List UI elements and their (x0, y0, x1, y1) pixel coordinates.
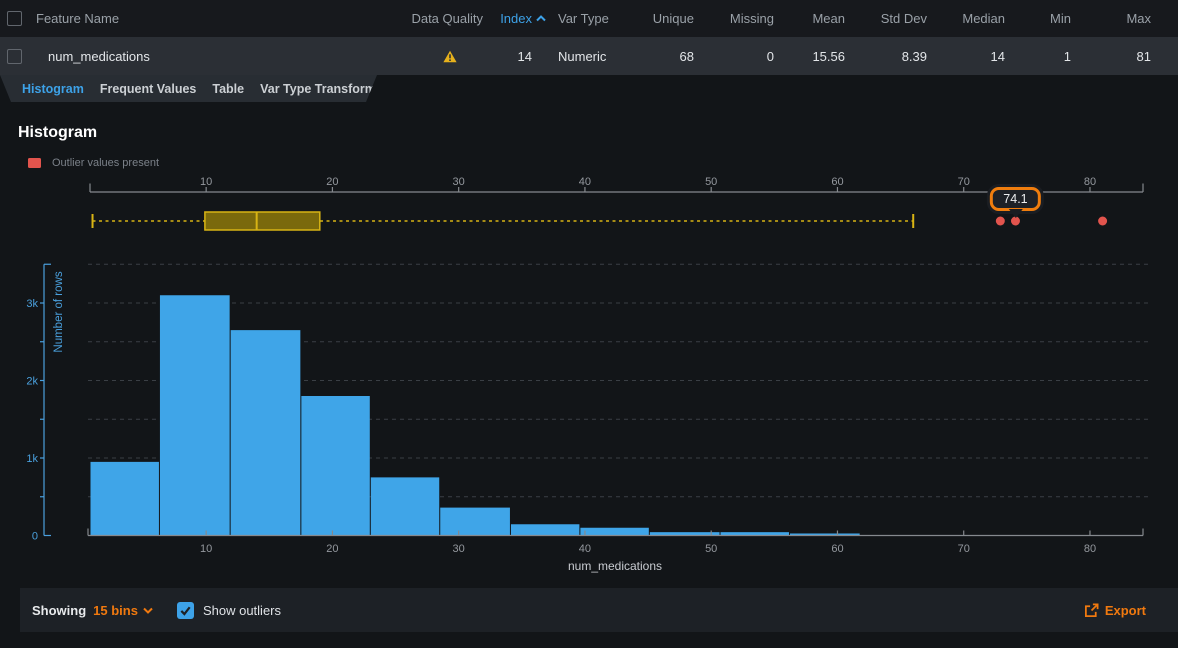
y-axis-title: Number of rows (53, 271, 65, 352)
y-axis-tick-label: 2k (26, 376, 38, 388)
tab-table[interactable]: Table (212, 82, 244, 96)
column-header-index[interactable]: Index (483, 0, 546, 37)
boxplot-axis-tick-label: 70 (958, 176, 970, 188)
tab-histogram[interactable]: Histogram (22, 82, 84, 96)
boxplot-axis-tick-label: 30 (453, 176, 465, 188)
app-root: Feature Name Data Quality Index Var Type… (0, 0, 1178, 648)
column-header-mean[interactable]: Mean (774, 0, 845, 37)
outlier-tooltip: 74.1 (990, 187, 1040, 211)
y-axis-tick-label: 0 (32, 531, 38, 543)
header-right-pad (1151, 0, 1178, 37)
outlier-dot[interactable] (1098, 217, 1107, 226)
chevron-down-icon (143, 607, 153, 614)
x-axis-tick-label: 50 (705, 543, 717, 555)
bins-selector[interactable]: 15 bins (93, 603, 153, 618)
boxplot-axis-tick-label: 40 (579, 176, 591, 188)
x-axis-tick-label: 40 (579, 543, 591, 555)
histogram-bar[interactable] (440, 508, 510, 536)
select-all-checkbox[interactable] (7, 11, 22, 26)
histogram-chart: 10 20 30 40 50 60 70 80 0 1k 2k 3k Number of rows 10 2… (0, 170, 1178, 585)
boxplot-axis-tick-label: 60 (831, 176, 843, 188)
outlier-dot[interactable] (996, 217, 1005, 226)
feature-row[interactable]: num_medications 14 Numeric 68 0 15.56 8.… (0, 37, 1178, 75)
y-axis-tick-label: 3k (26, 298, 38, 310)
column-header-feature-name[interactable]: Feature Name (36, 0, 387, 37)
feature-table-header: Feature Name Data Quality Index Var Type… (0, 0, 1178, 37)
section-title: Histogram (18, 124, 97, 142)
row-right-pad (1151, 37, 1178, 75)
x-axis-tick-label: 30 (453, 543, 465, 555)
feature-name-value: num_medications (36, 37, 387, 75)
x-axis-title: num_medications (568, 559, 662, 573)
showing-label: Showing (32, 603, 86, 618)
column-header-missing[interactable]: Missing (694, 0, 774, 37)
max-value: 81 (1071, 37, 1151, 75)
sort-ascending-icon (536, 15, 546, 22)
boxplot-axis-tick-label: 80 (1084, 176, 1096, 188)
column-header-median[interactable]: Median (927, 0, 1005, 37)
histogram-bar[interactable] (511, 524, 579, 535)
histogram-bar[interactable] (231, 330, 301, 535)
show-outliers-checkbox[interactable] (177, 602, 194, 619)
warning-icon[interactable] (443, 50, 457, 63)
boxplot-box[interactable] (205, 212, 320, 230)
tooltip-pointer (1008, 209, 1022, 225)
var-type-value: Numeric (546, 37, 626, 75)
boxplot-axis-tick-label: 20 (326, 176, 338, 188)
row-checkbox[interactable] (7, 49, 22, 64)
histogram-bar[interactable] (160, 295, 230, 535)
mean-value: 15.56 (774, 37, 845, 75)
export-button-label: Export (1105, 603, 1146, 618)
column-header-min[interactable]: Min (1005, 0, 1071, 37)
select-all-cell (0, 0, 36, 37)
column-header-std-dev[interactable]: Std Dev (845, 0, 927, 37)
bins-selector-label: 15 bins (93, 603, 138, 618)
histogram-bar[interactable] (91, 462, 159, 536)
outlier-legend-swatch (28, 158, 41, 168)
x-axis-tick-label: 60 (831, 543, 843, 555)
min-value: 1 (1005, 37, 1071, 75)
outlier-legend-label: Outlier values present (52, 157, 159, 169)
show-outliers-label: Show outliers (203, 603, 281, 618)
tab-var-type-transform[interactable]: Var Type Transform (260, 82, 376, 96)
y-axis-tick-label: 1k (26, 453, 38, 465)
histogram-bar[interactable] (301, 396, 369, 536)
std-dev-value: 8.39 (845, 37, 927, 75)
x-axis-tick-label: 80 (1084, 543, 1096, 555)
unique-value: 68 (626, 37, 694, 75)
index-value: 14 (483, 37, 546, 75)
column-header-index-label: Index (500, 11, 532, 26)
outlier-legend: Outlier values present (28, 157, 159, 169)
boxplot-axis-tick-label: 50 (705, 176, 717, 188)
column-header-max[interactable]: Max (1071, 0, 1151, 37)
checkmark-icon (179, 604, 192, 617)
export-button[interactable]: Export (1084, 603, 1146, 618)
chart-footer-bar: Showing 15 bins Show outliers Export (20, 588, 1178, 632)
row-select-cell (0, 37, 36, 75)
data-quality-cell (387, 37, 483, 75)
column-header-var-type[interactable]: Var Type (546, 0, 626, 37)
column-header-unique[interactable]: Unique (626, 0, 694, 37)
missing-value: 0 (694, 37, 774, 75)
tab-frequent-values[interactable]: Frequent Values (100, 82, 197, 96)
tab-strip: Histogram Frequent Values Table Var Type… (0, 75, 377, 102)
boxplot-axis-tick-label: 10 (200, 176, 212, 188)
export-icon (1084, 603, 1099, 618)
histogram-bar[interactable] (580, 528, 648, 536)
x-axis-tick-label: 70 (958, 543, 970, 555)
median-value: 14 (927, 37, 1005, 75)
histogram-bar[interactable] (371, 477, 439, 535)
x-axis-tick-label: 20 (326, 543, 338, 555)
column-header-data-quality[interactable]: Data Quality (387, 0, 483, 37)
x-axis-tick-label: 10 (200, 543, 212, 555)
outlier-tooltip-value: 74.1 (1003, 192, 1027, 206)
